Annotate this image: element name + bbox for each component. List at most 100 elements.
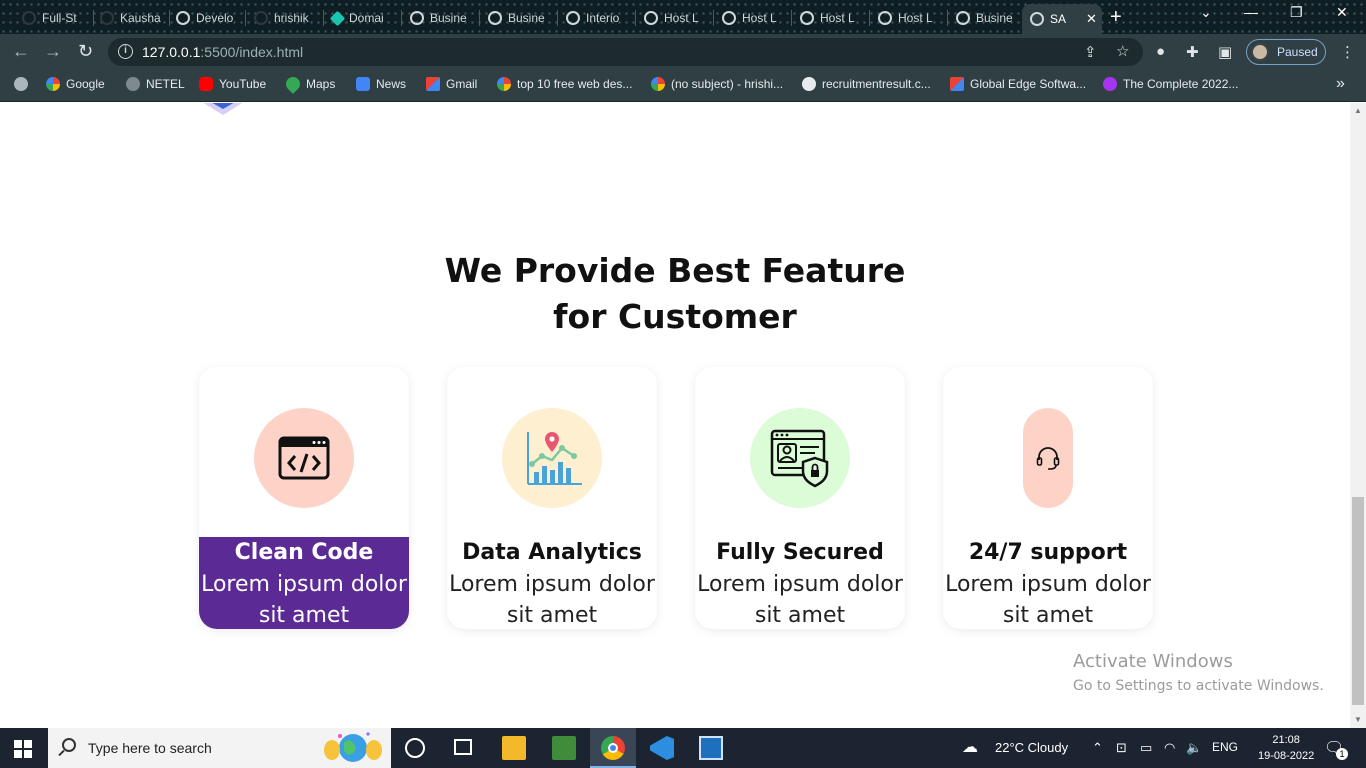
feature-text: Fully Secured Lorem ipsum dolor sit amet — [695, 537, 905, 629]
chrome-taskbar-button[interactable] — [590, 728, 636, 768]
browser-toolbar: ← → ↻ i 127.0.0.1:5500/index.html ⇪ ☆ ● … — [0, 34, 1366, 70]
profile-button[interactable]: Paused — [1246, 39, 1326, 65]
bookmark-netel[interactable]: NETEL — [126, 77, 185, 91]
wordpress-icon — [802, 77, 816, 91]
apps-icon[interactable] — [14, 77, 28, 91]
photos-icon[interactable] — [699, 736, 723, 760]
browser-tab[interactable]: Develo — [168, 4, 246, 32]
bookmark-top10[interactable]: top 10 free web des... — [497, 77, 632, 91]
feature-card-support[interactable]: 24/7 support Lorem ipsum dolor sit amet — [943, 367, 1153, 629]
feature-icon-circle — [502, 408, 602, 508]
feature-card-clean-code[interactable]: Clean Code Lorem ipsum dolor sit amet — [199, 367, 409, 629]
tab-search-icon[interactable]: ⌄ — [1200, 4, 1212, 21]
feature-text: 24/7 support Lorem ipsum dolor sit amet — [943, 537, 1153, 629]
gmail-icon — [426, 77, 440, 91]
browser-tab[interactable]: Interio — [558, 4, 636, 32]
side-panel-icon[interactable]: ▣ — [1218, 43, 1232, 61]
browser-tab[interactable]: Busine — [948, 4, 1024, 32]
search-icon — [62, 738, 76, 752]
bookmark-maps[interactable]: Maps — [283, 74, 335, 94]
maps-pin-icon — [283, 74, 303, 94]
bookmark-google[interactable]: Google — [46, 77, 105, 91]
globe-icon — [126, 77, 140, 91]
news-icon — [356, 77, 370, 91]
extension-icon[interactable]: ● — [1156, 43, 1165, 60]
google-icon — [497, 77, 511, 91]
feature-card-data-analytics[interactable]: Data Analytics Lorem ipsum dolor sit ame… — [447, 367, 657, 629]
browser-tab[interactable]: Kausha — [92, 4, 170, 32]
vscode-icon[interactable] — [650, 736, 674, 760]
feature-text: Clean Code Lorem ipsum dolor sit amet — [199, 537, 409, 629]
browser-tab[interactable]: Busine — [402, 4, 480, 32]
site-info-icon[interactable]: i — [118, 44, 133, 59]
puzzle-icon[interactable]: ✚ — [1186, 43, 1199, 61]
browser-tab[interactable]: Domai — [324, 4, 402, 32]
restore-button[interactable]: ❐ — [1290, 4, 1303, 21]
browser-tab[interactable]: Full-St — [14, 4, 94, 32]
menu-kebab-icon[interactable]: ⋮ — [1340, 43, 1355, 61]
wifi-icon[interactable]: ◠ — [1164, 740, 1175, 756]
code-window-icon — [278, 436, 330, 480]
reload-icon[interactable]: ↻ — [78, 41, 93, 62]
feature-title: 24/7 support — [968, 540, 1128, 565]
scrollbar-thumb[interactable] — [1352, 497, 1364, 705]
scroll-up-arrow-icon[interactable]: ▲ — [1354, 106, 1362, 115]
feature-card-fully-secured[interactable]: Fully Secured Lorem ipsum dolor sit amet — [695, 367, 905, 629]
globe-icon — [176, 11, 190, 25]
notepad-plus-icon[interactable] — [552, 736, 576, 760]
browser-tab[interactable]: hrishik — [246, 4, 324, 32]
gmail-icon — [950, 77, 964, 91]
bookmark-youtube[interactable]: YouTube — [199, 77, 266, 91]
bookmark-no-subject[interactable]: (no subject) - hrishi... — [651, 77, 783, 91]
section-heading: We Provide Best Feature for Customer — [444, 251, 906, 336]
bookmark-recruitment[interactable]: recruitmentresult.c... — [802, 77, 931, 91]
browser-tab[interactable]: Host L — [714, 4, 792, 32]
globe-icon — [410, 11, 424, 25]
bookmark-news[interactable]: News — [356, 77, 406, 91]
new-tab-button[interactable]: + — [1110, 6, 1122, 29]
browser-tab[interactable]: Host L — [792, 4, 870, 32]
bookmark-gmail[interactable]: Gmail — [426, 77, 477, 91]
weather-text[interactable]: 22°C Cloudy — [995, 740, 1068, 755]
browser-tab[interactable]: Host L — [870, 4, 948, 32]
task-view-icon[interactable] — [454, 739, 472, 755]
feature-title: Data Analytics — [462, 540, 642, 565]
tray-chevron-up-icon[interactable]: ⌃ — [1092, 740, 1103, 756]
bookmark-complete-2022[interactable]: The Complete 2022... — [1103, 77, 1238, 91]
feature-title: Clean Code — [234, 540, 374, 565]
github-icon — [100, 11, 114, 25]
back-arrow-icon[interactable]: ← — [12, 41, 30, 62]
language-indicator[interactable]: ENG — [1212, 740, 1238, 754]
globe-icon — [644, 11, 658, 25]
bookmark-global-edge[interactable]: Global Edge Softwa... — [950, 77, 1086, 91]
taskbar-clock[interactable]: 21:08 19-08-2022 — [1258, 732, 1314, 764]
address-bar[interactable]: i 127.0.0.1:5500/index.html ⇪ ☆ — [108, 38, 1143, 66]
battery-icon[interactable]: ▭ — [1140, 740, 1152, 756]
google-icon — [46, 77, 60, 91]
usb-icon[interactable]: ⊡ — [1116, 740, 1127, 756]
browser-tab[interactable]: Busine — [480, 4, 558, 32]
share-icon[interactable]: ⇪ — [1084, 43, 1097, 61]
windows-start-icon[interactable] — [14, 740, 32, 758]
globe-icon — [1030, 12, 1044, 26]
more-bookmarks-icon[interactable]: » — [1336, 75, 1345, 93]
bookmark-star-icon[interactable]: ☆ — [1116, 42, 1129, 60]
vertical-scrollbar[interactable]: ▲ ▼ — [1350, 103, 1366, 728]
udemy-icon — [1103, 77, 1117, 91]
close-window-button[interactable]: ✕ — [1336, 4, 1348, 21]
cortana-icon[interactable] — [405, 738, 425, 758]
browser-tab-active[interactable]: SA ✕ — [1022, 4, 1102, 34]
file-explorer-icon[interactable] — [502, 736, 526, 760]
cloud-icon: ☁ — [962, 739, 978, 756]
minimize-button[interactable]: — — [1244, 4, 1258, 20]
scroll-down-arrow-icon[interactable]: ▼ — [1354, 715, 1362, 724]
volume-icon[interactable]: 🔈 — [1186, 740, 1202, 756]
globe-icon — [488, 11, 502, 25]
taskbar-search-box[interactable]: Type here to search — [48, 728, 391, 768]
forward-arrow-icon[interactable]: → — [44, 41, 62, 62]
close-tab-icon[interactable]: ✕ — [1086, 11, 1097, 27]
notification-badge: 1 — [1336, 748, 1348, 760]
github-icon — [22, 11, 36, 25]
browser-tab[interactable]: Host L — [636, 4, 714, 32]
globe-icon — [800, 11, 814, 25]
